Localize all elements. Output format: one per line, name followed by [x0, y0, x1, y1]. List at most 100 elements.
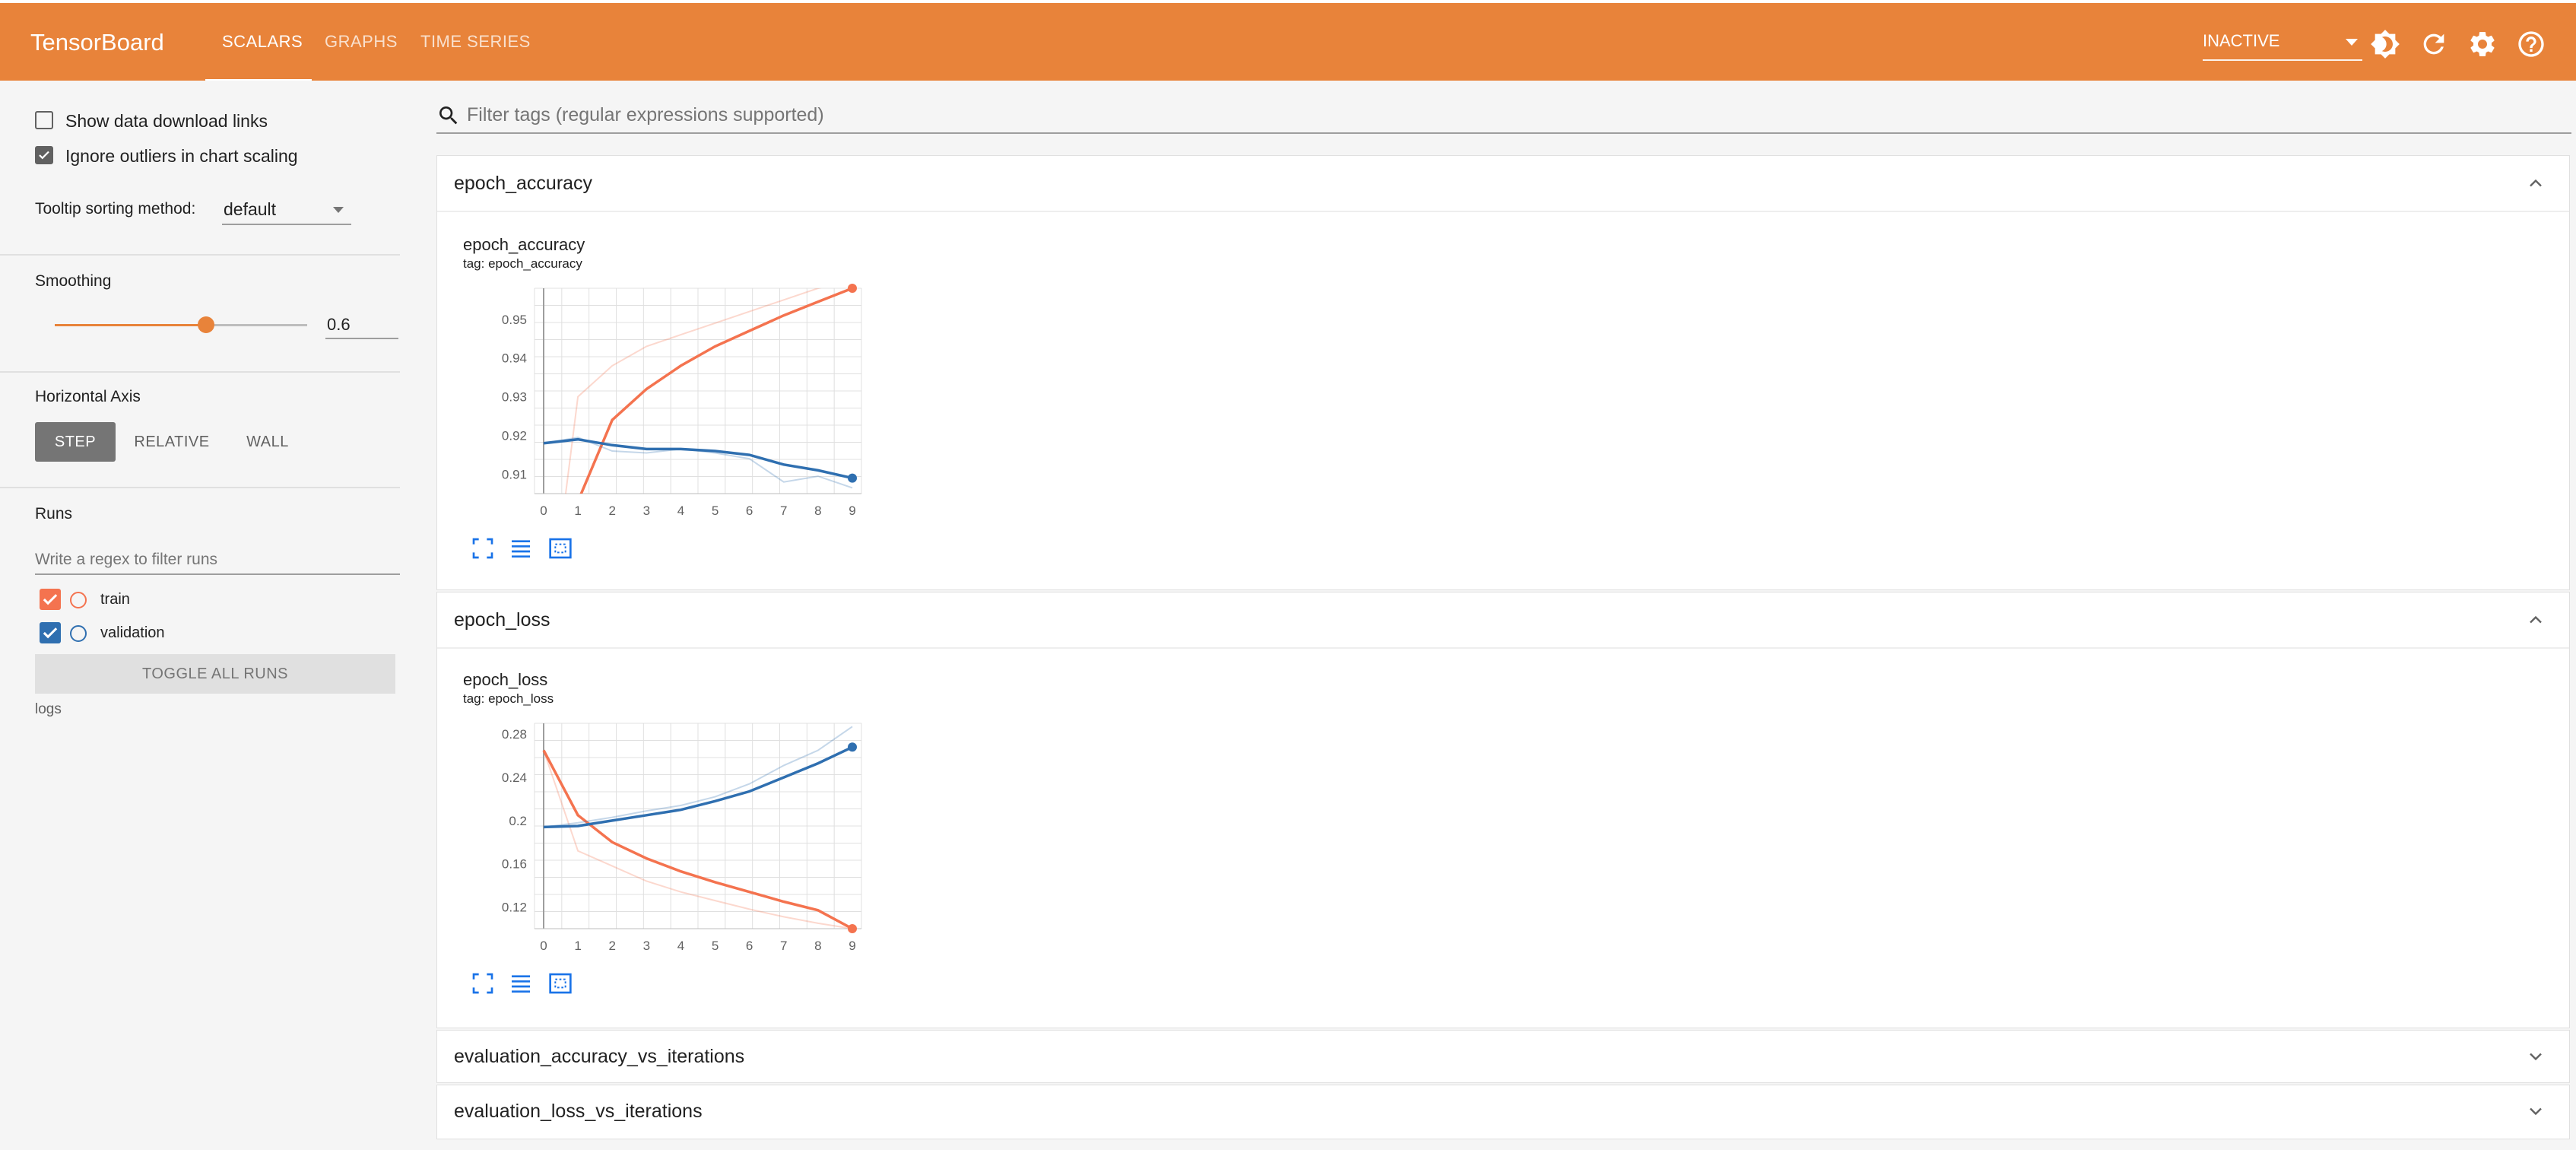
smoothing-slider-fill [55, 324, 207, 326]
axis-relative-button[interactable]: RELATIVE [128, 422, 216, 462]
axis-wall-button[interactable]: WALL [230, 422, 306, 462]
chevron-down-icon[interactable] [2525, 1046, 2546, 1067]
chart-epoch-loss[interactable]: 0.12 0.16 0.2 0.24 0.28 0 1 2 3 4 5 6 7 8 9 [437, 713, 878, 971]
status-select[interactable]: INACTIVE [2203, 29, 2362, 61]
x-tick-label: 4 [677, 939, 684, 953]
y-tick-label: 0.93 [502, 390, 527, 405]
x-tick-label: 4 [677, 504, 684, 518]
horizontal-axis-label: Horizontal Axis [35, 388, 141, 405]
y-tick-label: 0.12 [502, 901, 527, 915]
tab-scalars[interactable]: SCALARS [222, 32, 303, 52]
toggle-all-runs-button[interactable]: TOGGLE ALL RUNS [35, 654, 395, 694]
runs-filter-input[interactable]: Write a regex to filter runs [35, 545, 400, 575]
card-evaluation-loss-vs-iterations: evaluation_loss_vs_iterations [436, 1085, 2570, 1139]
divider [0, 254, 400, 256]
tag-filter-input[interactable] [465, 100, 2521, 129]
x-tick-label: 1 [574, 504, 581, 518]
card-header[interactable]: evaluation_loss_vs_iterations [437, 1085, 2569, 1140]
card-epoch-accuracy: epoch_accuracy epoch_accuracy tag: epoch… [436, 155, 2570, 590]
runs-label: Runs [35, 505, 73, 523]
x-tick-label: 9 [849, 504, 855, 518]
run-train-label: train [100, 591, 130, 608]
x-tick-label: 0 [540, 504, 547, 518]
help-icon[interactable] [2516, 29, 2546, 59]
x-tick-label: 6 [746, 504, 753, 518]
chevron-down-icon [2346, 39, 2358, 46]
refresh-icon[interactable] [2419, 29, 2449, 59]
fit-domain-icon[interactable] [548, 536, 573, 561]
log-directory-label: logs [35, 701, 62, 717]
tooltip-sorting-label: Tooltip sorting method: [35, 200, 196, 218]
ignore-outliers-checkbox[interactable] [35, 146, 53, 164]
x-tick-label: 1 [574, 939, 581, 953]
x-tick-label: 7 [780, 504, 787, 518]
y-tick-label: 0.24 [502, 770, 527, 785]
show-download-links-checkbox[interactable] [35, 111, 53, 129]
card-header[interactable]: epoch_accuracy [437, 156, 2569, 211]
x-tick-label: 5 [712, 939, 719, 953]
brand-title: TensorBoard [30, 29, 164, 56]
checkmark-icon [43, 594, 58, 605]
axis-step-button[interactable]: STEP [35, 422, 116, 462]
tag-filter[interactable] [436, 97, 2571, 134]
y-tick-label: 0.94 [502, 351, 527, 366]
x-tick-label: 2 [608, 504, 615, 518]
chart-epoch-accuracy[interactable]: 0.91 0.92 0.93 0.94 0.95 0 1 2 3 4 5 6 7 8 9 [437, 278, 878, 536]
x-tick-label: 9 [849, 939, 855, 953]
x-tick-label: 8 [814, 504, 821, 518]
runs-filter-placeholder: Write a regex to filter runs [35, 551, 218, 568]
toggle-log-scale-icon[interactable] [509, 971, 533, 996]
sidebar: Show data download links Ignore outliers… [0, 81, 429, 1150]
y-tick-label: 0.2 [509, 814, 527, 828]
divider [0, 487, 400, 488]
smoothing-input[interactable]: 0.6 [325, 309, 398, 339]
chevron-up-icon[interactable] [2525, 173, 2546, 194]
chevron-down-icon[interactable] [2525, 1101, 2546, 1122]
x-tick-label: 0 [540, 939, 547, 953]
run-validation-checkbox[interactable] [40, 622, 61, 643]
settings-icon[interactable] [2467, 29, 2498, 59]
theme-toggle-icon[interactable] [2370, 29, 2400, 59]
fullscreen-icon[interactable] [471, 971, 495, 996]
tab-time-series[interactable]: TIME SERIES [420, 32, 531, 52]
run-train-checkbox[interactable] [40, 589, 61, 610]
chevron-up-icon[interactable] [2525, 609, 2546, 631]
card-header[interactable]: epoch_loss [437, 592, 2569, 647]
y-tick-label: 0.28 [502, 727, 527, 742]
chart-title: epoch_loss [463, 670, 548, 689]
card-evaluation-accuracy-vs-iterations: evaluation_accuracy_vs_iterations [436, 1030, 2570, 1083]
chart-title: epoch_accuracy [463, 235, 585, 254]
x-tick-label: 3 [643, 939, 650, 953]
divider [437, 211, 2569, 212]
chevron-down-icon [333, 207, 344, 213]
series-validation-last-point [848, 742, 857, 752]
tooltip-sorting-value: default [224, 199, 277, 219]
y-tick-label: 0.92 [502, 429, 527, 443]
series-train-last-point [848, 284, 857, 293]
card-title: epoch_loss [454, 609, 550, 631]
y-tick-label: 0.91 [502, 468, 527, 482]
status-select-value: INACTIVE [2203, 31, 2280, 50]
card-title: evaluation_loss_vs_iterations [454, 1101, 703, 1122]
smoothing-slider-thumb[interactable] [198, 316, 214, 333]
run-validation-color-swatch[interactable] [70, 625, 87, 642]
card-header[interactable]: evaluation_accuracy_vs_iterations [437, 1031, 2569, 1085]
tooltip-sorting-select[interactable]: default [222, 195, 351, 225]
run-train-color-swatch[interactable] [70, 592, 87, 608]
y-tick-label: 0.95 [502, 313, 527, 327]
series-train-last-point [848, 924, 857, 933]
fullscreen-icon[interactable] [471, 536, 495, 561]
show-download-links-label: Show data download links [65, 111, 268, 131]
x-tick-label: 7 [780, 939, 787, 953]
smoothing-value: 0.6 [327, 315, 351, 334]
x-tick-label: 3 [643, 504, 650, 518]
tab-graphs[interactable]: GRAPHS [325, 32, 398, 52]
checkmark-icon [39, 151, 49, 160]
chart-subtitle: tag: epoch_accuracy [463, 256, 582, 271]
toggle-log-scale-icon[interactable] [509, 536, 533, 561]
smoothing-label: Smoothing [35, 272, 112, 290]
card-title: epoch_accuracy [454, 173, 593, 194]
card-title: evaluation_accuracy_vs_iterations [454, 1046, 745, 1067]
x-tick-label: 5 [712, 504, 719, 518]
fit-domain-icon[interactable] [548, 971, 573, 996]
